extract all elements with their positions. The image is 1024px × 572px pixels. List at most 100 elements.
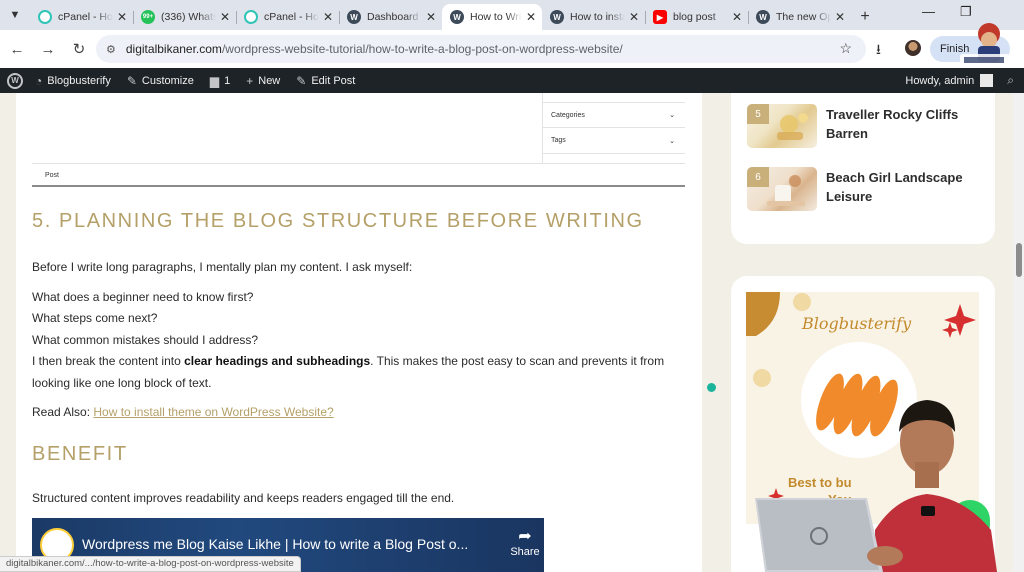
scrollbar-thumb[interactable] bbox=[1016, 243, 1022, 277]
article-column: Categories ⌄ Tags ⌄ Post 5. PLANNING THE B… bbox=[16, 93, 702, 572]
search-icon[interactable]: ⌕ bbox=[1007, 73, 1014, 88]
chevron-down-icon: ⌄ bbox=[669, 137, 675, 145]
tab-cpanel-2[interactable]: cPanel - Home ✕ bbox=[236, 4, 339, 30]
new-tab-plus-icon[interactable]: + bbox=[851, 4, 879, 30]
wordpress-icon: W bbox=[550, 10, 564, 24]
page-scrollbar[interactable] bbox=[1013, 93, 1024, 572]
intro-paragraph: Before I write long paragraphs, I mental… bbox=[32, 260, 413, 274]
editor-sidebar-panels: Categories ⌄ Tags ⌄ bbox=[542, 93, 685, 163]
wordpress-icon: W bbox=[347, 10, 361, 24]
panel-tags: Tags ⌄ bbox=[543, 128, 685, 154]
tab-dashboard[interactable]: W Dashboard ✕ bbox=[339, 4, 442, 30]
tab-title: Dashboard bbox=[367, 11, 419, 23]
question-line: What does a beginner need to know first? bbox=[32, 290, 254, 304]
close-icon[interactable]: ✕ bbox=[426, 10, 436, 24]
chat-indicator-dot bbox=[707, 383, 716, 392]
minimize-icon[interactable]: — bbox=[922, 4, 935, 19]
close-icon[interactable]: ✕ bbox=[732, 10, 742, 24]
post-thumbnail[interactable]: 5 bbox=[747, 104, 817, 148]
tab-search-chevron-icon[interactable]: ▼ bbox=[0, 0, 30, 30]
structure-paragraph: I then break the content into clear head… bbox=[32, 354, 664, 368]
bookmark-star-icon[interactable]: ☆ bbox=[839, 40, 852, 57]
close-icon[interactable]: ✕ bbox=[835, 10, 845, 24]
admin-site-name[interactable]: ◔ Blogbusterify bbox=[35, 74, 111, 88]
video-title[interactable]: Wordpress me Blog Kaise Likhe | How to w… bbox=[82, 536, 468, 552]
admin-customize[interactable]: ✎ Customize bbox=[127, 74, 194, 88]
url-text: digitalbikaner.com/wordpress-website-tut… bbox=[126, 42, 623, 56]
editor-screenshot-image: Categories ⌄ Tags ⌄ Post bbox=[32, 93, 685, 187]
close-icon[interactable]: ✕ bbox=[629, 10, 639, 24]
recent-post-item[interactable]: 6 Beach Girl Landscape Leisure bbox=[747, 167, 987, 213]
site-settings-icon[interactable]: ⚙ bbox=[106, 43, 116, 56]
browser-toolbar: ← → ↻ ⚙ digitalbikaner.com/wordpress-web… bbox=[0, 30, 1024, 68]
howdy-admin[interactable]: Howdy, admin bbox=[905, 75, 974, 87]
channel-logo-watermark bbox=[960, 23, 1010, 66]
profile-avatar[interactable] bbox=[905, 40, 921, 56]
close-icon[interactable]: ✕ bbox=[323, 10, 333, 24]
read-also-label: Read Also: bbox=[32, 405, 94, 419]
plus-icon: + bbox=[246, 73, 254, 88]
download-icon[interactable]: ⭳ bbox=[876, 39, 881, 63]
tab-title: How to Write bbox=[470, 11, 522, 23]
benefit-paragraph: Structured content improves readability … bbox=[32, 491, 455, 505]
panel-label: Categories bbox=[551, 111, 585, 119]
presenter-webcam-overlay bbox=[755, 400, 997, 572]
admin-avatar[interactable] bbox=[980, 74, 994, 87]
page-content: Categories ⌄ Tags ⌄ Post 5. PLANNING THE B… bbox=[0, 93, 1024, 572]
recent-post-title[interactable]: Traveller Rocky Cliffs Barren bbox=[826, 105, 986, 143]
chevron-down-icon: ⌄ bbox=[669, 112, 675, 119]
read-also-link[interactable]: How to install theme on WordPress Websit… bbox=[93, 405, 333, 419]
tab-the-new[interactable]: W The new Op ✕ bbox=[748, 4, 851, 30]
close-icon[interactable]: ✕ bbox=[117, 10, 127, 24]
panel-categories: Categories ⌄ bbox=[543, 102, 685, 128]
ad-brand-title: Blogbusterify bbox=[802, 314, 912, 333]
customize-label: Customize bbox=[141, 74, 194, 87]
section-heading-5: 5. PLANNING THE BLOG STRUCTURE BEFORE WR… bbox=[32, 210, 644, 232]
tab-cpanel-1[interactable]: cPanel - Home ✕ bbox=[30, 4, 133, 30]
share-button[interactable]: ➦ Share bbox=[508, 526, 542, 558]
forward-arrow-icon[interactable]: → bbox=[34, 35, 62, 63]
url-path: /wordpress-website-tutorial/how-to-write… bbox=[221, 42, 623, 56]
wordpress-icon: W bbox=[450, 10, 464, 24]
post-thumbnail[interactable]: 6 bbox=[747, 167, 817, 211]
tab-blog-post-youtube[interactable]: ▶ blog post ✕ bbox=[645, 4, 748, 30]
share-label: Share bbox=[510, 546, 540, 558]
benefit-heading: BENEFIT bbox=[32, 443, 128, 465]
comment-icon: ▆ bbox=[209, 73, 220, 88]
reload-icon[interactable]: ↻ bbox=[65, 35, 93, 63]
comments-count: 1 bbox=[224, 74, 231, 87]
recent-post-title[interactable]: Beach Girl Landscape Leisure bbox=[826, 168, 986, 206]
tab-strip: ▼ cPanel - Home ✕ 99+ (336) WhatsApp ✕ c… bbox=[0, 0, 1024, 30]
post-number-badge: 6 bbox=[747, 167, 769, 187]
tab-how-to-write[interactable]: W How to Write ✕ bbox=[442, 4, 542, 30]
question-line: What steps come next? bbox=[32, 311, 158, 325]
admin-comments[interactable]: ▆ 1 bbox=[210, 74, 230, 88]
site-name-label: Blogbusterify bbox=[47, 74, 111, 87]
text-run: . This makes the post easy to scan and p… bbox=[370, 354, 665, 368]
admin-new[interactable]: + New bbox=[246, 74, 280, 88]
tab-title: (336) WhatsApp bbox=[161, 11, 216, 23]
tab-how-to-install[interactable]: W How to install ✕ bbox=[542, 4, 645, 30]
back-arrow-icon[interactable]: ← bbox=[3, 35, 31, 63]
admin-edit-post[interactable]: ✎ Edit Post bbox=[296, 74, 355, 88]
dashboard-icon: ◔ bbox=[35, 73, 43, 88]
url-host: digitalbikaner.com bbox=[125, 42, 222, 56]
cpanel-icon bbox=[244, 10, 258, 24]
share-arrow-icon: ➦ bbox=[518, 528, 532, 545]
address-bar[interactable]: ⚙ digitalbikaner.com/wordpress-website-t… bbox=[96, 35, 866, 63]
close-icon[interactable]: ✕ bbox=[220, 10, 230, 24]
link-status-bubble: digitalbikaner.com/.../how-to-write-a-bl… bbox=[0, 556, 301, 572]
close-icon[interactable]: ✕ bbox=[526, 10, 536, 24]
panel-label: Tags bbox=[551, 137, 566, 144]
tab-title: cPanel - Home bbox=[58, 11, 113, 23]
tab-whatsapp[interactable]: 99+ (336) WhatsApp ✕ bbox=[133, 4, 236, 30]
read-also: Read Also: How to install theme on WordP… bbox=[32, 405, 334, 419]
tab-title: How to install bbox=[570, 11, 625, 23]
bold-text: clear headings and subheadings bbox=[184, 354, 371, 368]
tab-title: cPanel - Home bbox=[264, 11, 319, 23]
post-number-badge: 5 bbox=[747, 104, 769, 124]
new-label: New bbox=[258, 74, 281, 87]
recent-post-item[interactable]: 5 Traveller Rocky Cliffs Barren bbox=[747, 104, 987, 150]
wp-admin-bar: W ◔ Blogbusterify ✎ Customize ▆ 1 + New ✎ Edi… bbox=[0, 68, 1024, 93]
wordpress-logo-icon[interactable]: W bbox=[7, 72, 23, 89]
